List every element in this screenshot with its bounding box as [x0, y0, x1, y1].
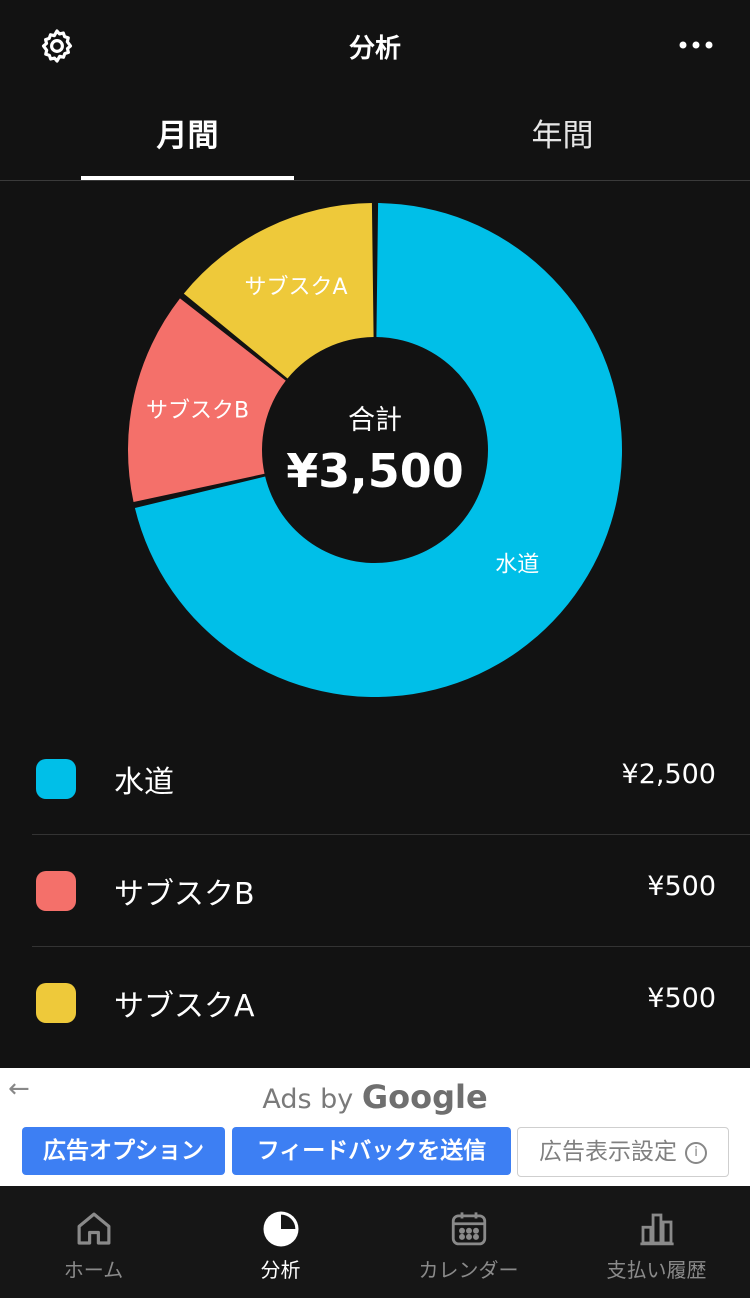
nav-label: カレンダー: [418, 1258, 519, 1282]
ads-by-text: Ads by: [262, 1084, 354, 1115]
ad-options-button[interactable]: 広告オプション: [22, 1127, 225, 1175]
legend-swatch: [36, 871, 76, 911]
donut-chart: 水道 サブスクB サブスクA 合計 ¥3,500: [127, 203, 622, 698]
legend-amount: ¥2,500: [621, 759, 716, 790]
bar-chart-icon: [640, 1213, 674, 1246]
ad-settings-button[interactable]: 広告表示設定 i: [517, 1127, 729, 1177]
slice-label: 水道: [495, 552, 539, 577]
nav-item-payment-history[interactable]: 支払い履歴: [563, 1186, 750, 1298]
tab-monthly[interactable]: 月間: [0, 110, 375, 155]
tab-yearly[interactable]: 年間: [375, 110, 750, 155]
legend-amount: ¥500: [647, 983, 716, 1014]
top-bar: 分析: [0, 0, 750, 90]
slice-label: サブスクA: [245, 275, 348, 300]
pie-chart-icon: [263, 1211, 299, 1247]
nav-label: 分析: [260, 1258, 301, 1282]
legend-swatch: [36, 759, 76, 799]
slice-label: サブスクB: [146, 399, 249, 424]
bottom-navigation: ホーム 分析 カレンダー 支払い履歴: [0, 1186, 750, 1298]
ad-settings-label: 広告表示設定: [539, 1139, 677, 1165]
legend-name: 水道: [114, 765, 174, 800]
page-title: 分析: [348, 34, 401, 64]
ad-banner: ← Ads by Google 広告オプション フィードバックを送信 広告表示設…: [0, 1068, 750, 1186]
legend-name: サブスクA: [114, 989, 255, 1024]
tab-active-indicator: [81, 176, 294, 180]
chart-center-value: ¥3,500: [286, 444, 464, 498]
home-icon: [77, 1212, 111, 1245]
more-horizontal-icon[interactable]: [676, 33, 716, 57]
nav-label: 支払い履歴: [606, 1258, 707, 1282]
legend-row-subscription-a[interactable]: サブスクA ¥500: [0, 947, 750, 1059]
google-brand: Google: [361, 1078, 488, 1116]
legend-amount: ¥500: [647, 871, 716, 902]
legend-swatch: [36, 983, 76, 1023]
legend-name: サブスクB: [114, 877, 255, 912]
chart-center-label: 合計: [348, 405, 402, 436]
period-tabs: 月間 年間: [0, 90, 750, 181]
legend-row-water[interactable]: 水道 ¥2,500: [0, 723, 750, 835]
nav-item-analysis[interactable]: 分析: [187, 1186, 374, 1298]
nav-label: ホーム: [63, 1258, 124, 1282]
nav-item-calendar[interactable]: カレンダー: [375, 1186, 562, 1298]
legend-row-subscription-b[interactable]: サブスクB ¥500: [0, 835, 750, 947]
nav-item-home[interactable]: ホーム: [0, 1186, 187, 1298]
ads-by-google: Ads by Google: [0, 1078, 750, 1116]
info-icon: i: [685, 1141, 707, 1164]
send-feedback-button[interactable]: フィードバックを送信: [232, 1127, 511, 1175]
calendar-icon: [451, 1212, 487, 1246]
